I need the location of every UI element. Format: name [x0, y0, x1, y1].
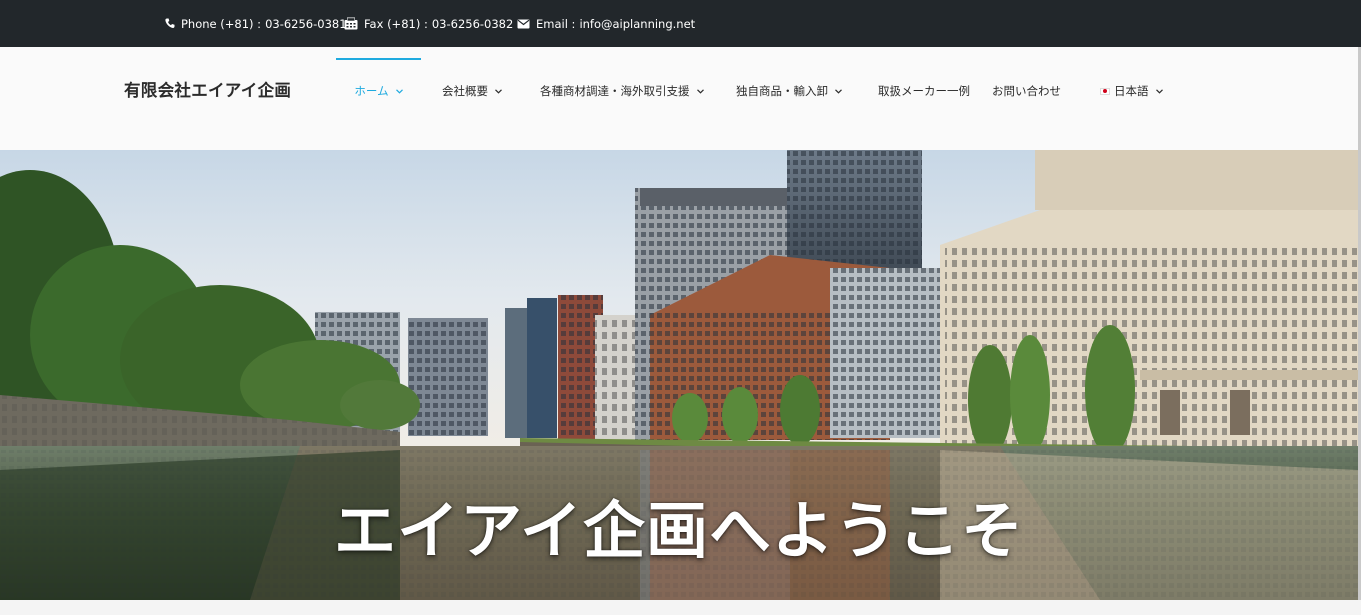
- nav-contact-label: お問い合わせ: [992, 84, 1061, 98]
- nav-company-label: 会社概要: [442, 84, 488, 98]
- chevron-down-icon: [835, 88, 842, 94]
- chevron-down-icon: [495, 88, 502, 94]
- nav-home[interactable]: ホーム: [336, 47, 421, 135]
- phone-contact[interactable]: Phone (+81) : 03-6256-0381: [165, 0, 347, 47]
- site-logo[interactable]: 有限会社エイアイ企画: [124, 77, 291, 101]
- nav-contact[interactable]: お問い合わせ: [992, 47, 1061, 135]
- chevron-down-icon: [395, 88, 403, 94]
- fax-label: Fax (+81) :: [364, 16, 428, 31]
- email-contact[interactable]: Email : info@aiplanning.net: [517, 0, 695, 47]
- fax-value: 03-6256-0382: [431, 16, 514, 31]
- hero-banner: エイアイ企画へようこそ: [0, 150, 1358, 600]
- nav-makers-label: 取扱メーカー一例: [878, 84, 970, 98]
- email-label: Email :: [536, 16, 576, 31]
- nav-makers[interactable]: 取扱メーカー一例: [878, 47, 970, 135]
- chevron-down-icon: [1155, 88, 1163, 94]
- phone-value: 03-6256-0381: [265, 16, 347, 31]
- nav-home-label: ホーム: [354, 84, 389, 98]
- japan-flag-icon: [1100, 87, 1110, 95]
- site-header: 有限会社エイアイ企画 ホーム 会社概要 各種商材調達・海外取引支援 独自商品・輸…: [0, 47, 1361, 150]
- phone-icon: [165, 18, 175, 29]
- chevron-down-icon: [696, 88, 704, 94]
- nav-company[interactable]: 会社概要: [442, 47, 502, 135]
- nav-procurement-label: 各種商材調達・海外取引支援: [540, 84, 690, 98]
- fax-icon: [344, 17, 358, 30]
- nav-language[interactable]: 日本語: [1100, 47, 1163, 135]
- fax-contact[interactable]: Fax (+81) : 03-6256-0382: [344, 0, 513, 47]
- nav-products-label: 独自商品・輸入卸: [736, 84, 828, 98]
- nav-procurement[interactable]: 各種商材調達・海外取引支援: [540, 47, 704, 135]
- nav-language-label: 日本語: [1114, 84, 1149, 98]
- envelope-icon: [517, 19, 530, 29]
- top-contact-bar: Phone (+81) : 03-6256-0381 Fax (+81) : 0…: [0, 0, 1361, 47]
- page-bottom-strip: [0, 600, 1361, 615]
- hero-title: エイアイ企画へようこそ: [334, 494, 1024, 567]
- nav-products[interactable]: 独自商品・輸入卸: [736, 47, 842, 135]
- phone-label: Phone (+81) :: [181, 16, 262, 31]
- email-value[interactable]: info@aiplanning.net: [579, 17, 695, 31]
